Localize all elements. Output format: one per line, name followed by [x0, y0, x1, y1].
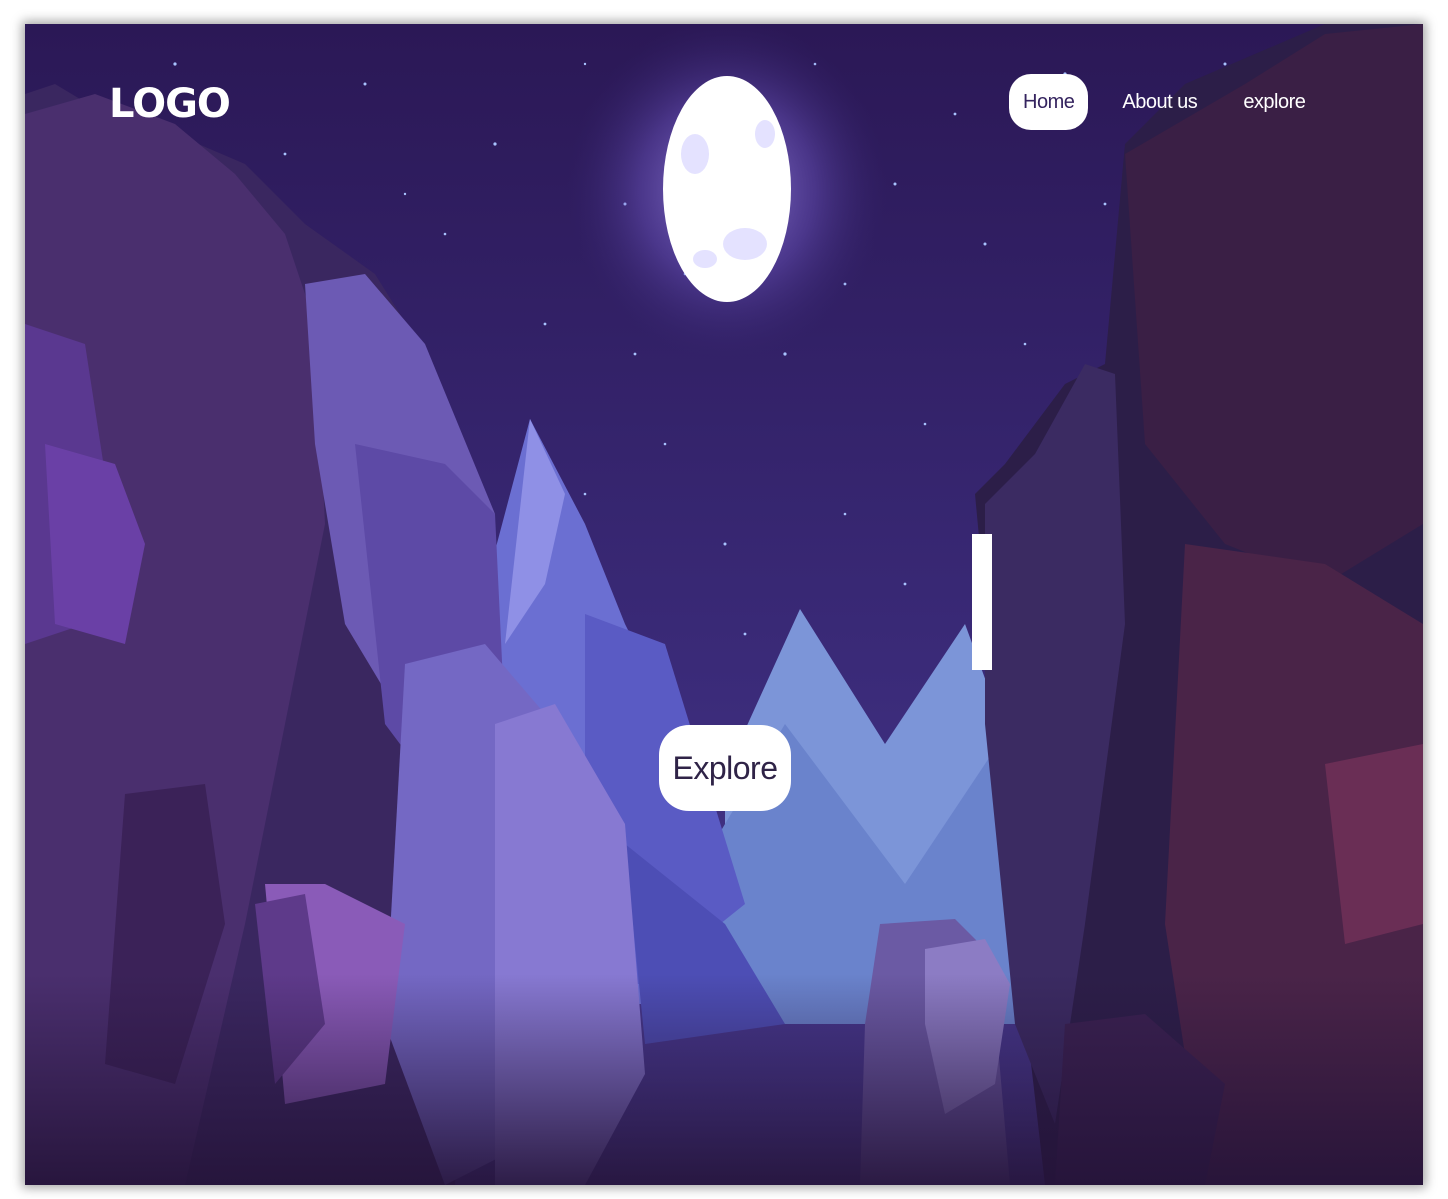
- overlay-bar: [972, 534, 992, 670]
- explore-button[interactable]: Explore: [659, 725, 791, 811]
- nav-explore[interactable]: explore: [1243, 74, 1306, 130]
- night-canyon-illustration: [25, 24, 1423, 1185]
- nav-home[interactable]: Home: [1009, 74, 1089, 130]
- main-nav: Home About us explore: [1009, 74, 1351, 130]
- logo[interactable]: LOGO: [109, 76, 231, 132]
- moon-icon: [663, 76, 791, 302]
- nav-about-us[interactable]: About us: [1122, 74, 1197, 130]
- landing-page: LOGO Home About us explore Explore: [25, 24, 1423, 1185]
